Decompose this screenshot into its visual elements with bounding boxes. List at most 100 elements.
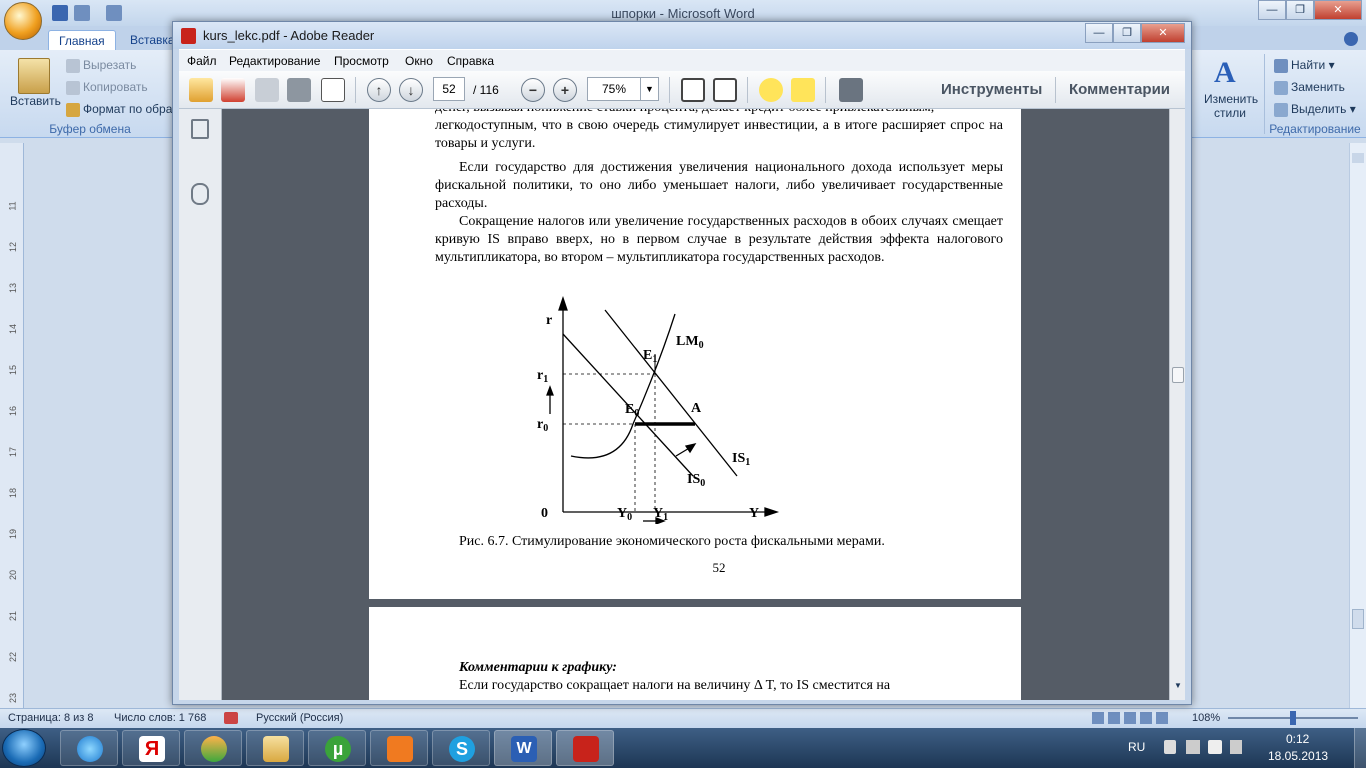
word-minimize-button[interactable]: — bbox=[1258, 0, 1286, 20]
scroll-thumb[interactable] bbox=[1172, 367, 1184, 383]
taskbar-player[interactable] bbox=[370, 730, 428, 766]
view-buttons[interactable] bbox=[1092, 712, 1172, 724]
create-pdf-icon[interactable] bbox=[221, 78, 245, 102]
menu-view[interactable]: Просмотр bbox=[334, 54, 389, 68]
print-icon[interactable] bbox=[287, 78, 311, 102]
taskbar-utorrent[interactable]: µ bbox=[308, 730, 366, 766]
skype-icon: S bbox=[449, 736, 475, 762]
editing-group-label: Редактирование bbox=[1269, 122, 1361, 136]
previous-page-icon[interactable]: ↑ bbox=[367, 78, 391, 102]
e1-sub: 1 bbox=[652, 354, 657, 365]
zoom-value: 75% bbox=[602, 82, 627, 96]
battery-icon[interactable] bbox=[1230, 740, 1242, 754]
network-icon[interactable] bbox=[1186, 740, 1200, 754]
show-desktop-button[interactable] bbox=[1354, 728, 1366, 768]
e0-sub: 0 bbox=[634, 408, 639, 419]
page-number-input[interactable]: 52 bbox=[433, 77, 465, 101]
find-button[interactable]: Найти ▾ bbox=[1274, 58, 1335, 73]
reader-title-bar: kurs_lekc.pdf - Adobe Reader — ❐ ✕ bbox=[173, 22, 1191, 49]
taskbar-media[interactable] bbox=[184, 730, 242, 766]
help-icon[interactable] bbox=[1344, 32, 1358, 46]
email-icon[interactable] bbox=[321, 78, 345, 102]
ruler-number: 22 bbox=[8, 651, 19, 663]
comments-pane-button[interactable]: Комментарии bbox=[1069, 81, 1170, 98]
clock-date[interactable]: 18.05.2013 bbox=[1268, 749, 1328, 763]
status-words[interactable]: Число слов: 1 768 bbox=[114, 712, 206, 724]
undo-icon[interactable] bbox=[74, 5, 90, 21]
word-scrollbar[interactable] bbox=[1349, 143, 1366, 708]
highlight-icon[interactable] bbox=[791, 78, 815, 102]
clock-time[interactable]: 0:12 bbox=[1286, 732, 1309, 746]
comments-text: Если государство сокращает налоги на вел… bbox=[459, 678, 891, 693]
taskbar-ie[interactable] bbox=[60, 730, 118, 766]
is1-sub: 1 bbox=[745, 457, 750, 468]
scroll-down-icon[interactable]: ▼ bbox=[1172, 681, 1184, 697]
status-language[interactable]: Русский (Россия) bbox=[256, 712, 343, 724]
shift-arrowhead bbox=[684, 443, 697, 454]
menu-window[interactable]: Окно bbox=[405, 54, 433, 68]
open-icon[interactable] bbox=[189, 78, 213, 102]
lm0-label: LM0 bbox=[676, 334, 704, 351]
fit-page-icon[interactable] bbox=[681, 78, 705, 102]
player-icon bbox=[387, 736, 413, 762]
fit-width-icon[interactable] bbox=[713, 78, 737, 102]
menu-help[interactable]: Справка bbox=[447, 54, 494, 68]
paste-icon[interactable] bbox=[18, 58, 50, 94]
y0-label: Y0 bbox=[617, 506, 632, 523]
pages-icon[interactable] bbox=[191, 119, 209, 139]
zoom-slider-handle[interactable] bbox=[1290, 711, 1296, 725]
reader-close-button[interactable]: ✕ bbox=[1141, 23, 1185, 43]
reader-maximize-button[interactable]: ❐ bbox=[1113, 23, 1141, 43]
menu-file[interactable]: Файл bbox=[187, 54, 217, 68]
tools-pane-button[interactable]: Инструменты bbox=[941, 81, 1042, 98]
save-icon[interactable] bbox=[52, 5, 68, 21]
chevron-down-icon[interactable]: ▼ bbox=[640, 78, 658, 100]
next-page-icon[interactable]: ↓ bbox=[399, 78, 423, 102]
zoom-level[interactable]: 108% bbox=[1192, 712, 1220, 724]
change-styles-button[interactable]: Изменить bbox=[1204, 92, 1258, 106]
taskbar-skype[interactable]: S bbox=[432, 730, 490, 766]
copy-icon bbox=[66, 80, 80, 95]
volume-icon[interactable] bbox=[1208, 740, 1222, 754]
tab-home[interactable]: Главная bbox=[48, 30, 116, 50]
cut-button[interactable]: Вырезать bbox=[66, 58, 136, 73]
zoom-select[interactable]: 75% ▼ bbox=[587, 77, 659, 101]
redo-icon[interactable] bbox=[106, 5, 122, 21]
taskbar-acrobat[interactable] bbox=[556, 730, 614, 766]
ruler-number: 17 bbox=[8, 446, 19, 458]
ie-icon bbox=[77, 736, 103, 762]
word-close-button[interactable]: ✕ bbox=[1314, 0, 1362, 20]
attachment-icon[interactable] bbox=[191, 183, 209, 205]
yandex-icon: Я bbox=[139, 736, 165, 762]
copy-button[interactable]: Копировать bbox=[66, 80, 148, 95]
scroll-up-icon[interactable] bbox=[1352, 609, 1364, 629]
zoom-out-icon[interactable]: − bbox=[521, 78, 545, 102]
toolbar-divider-5 bbox=[1055, 77, 1056, 103]
word-maximize-button[interactable]: ❐ bbox=[1286, 0, 1314, 20]
spellcheck-icon[interactable] bbox=[224, 712, 238, 724]
office-button[interactable] bbox=[4, 2, 42, 40]
paste-button[interactable]: Вставить bbox=[10, 94, 61, 108]
reader-minimize-button[interactable]: — bbox=[1085, 23, 1113, 43]
sticky-note-icon[interactable] bbox=[759, 78, 783, 102]
reader-document-area[interactable]: денег, вызывая понижение ставки процента… bbox=[179, 109, 1185, 700]
start-button[interactable] bbox=[2, 729, 46, 767]
taskbar-explorer[interactable] bbox=[246, 730, 304, 766]
taskbar-word[interactable]: W bbox=[494, 730, 552, 766]
device-icon[interactable] bbox=[1164, 740, 1176, 754]
ruler-number: 20 bbox=[8, 569, 19, 581]
reader-scrollbar[interactable]: ▼ bbox=[1169, 109, 1185, 700]
zoom-in-icon[interactable]: + bbox=[553, 78, 577, 102]
ruler-toggle-icon[interactable] bbox=[1352, 153, 1364, 163]
save-file-icon[interactable] bbox=[255, 78, 279, 102]
taskbar-yandex[interactable]: Я bbox=[122, 730, 180, 766]
replace-label: Заменить bbox=[1291, 80, 1345, 94]
replace-button[interactable]: Заменить bbox=[1274, 80, 1345, 95]
input-language[interactable]: RU bbox=[1128, 740, 1145, 754]
select-button[interactable]: Выделить ▾ bbox=[1274, 102, 1356, 117]
binoculars-icon bbox=[1274, 58, 1288, 73]
status-page[interactable]: Страница: 8 из 8 bbox=[8, 712, 94, 724]
e1-text: E bbox=[643, 348, 652, 363]
menu-edit[interactable]: Редактирование bbox=[229, 54, 320, 68]
expand-icon[interactable] bbox=[839, 78, 863, 102]
